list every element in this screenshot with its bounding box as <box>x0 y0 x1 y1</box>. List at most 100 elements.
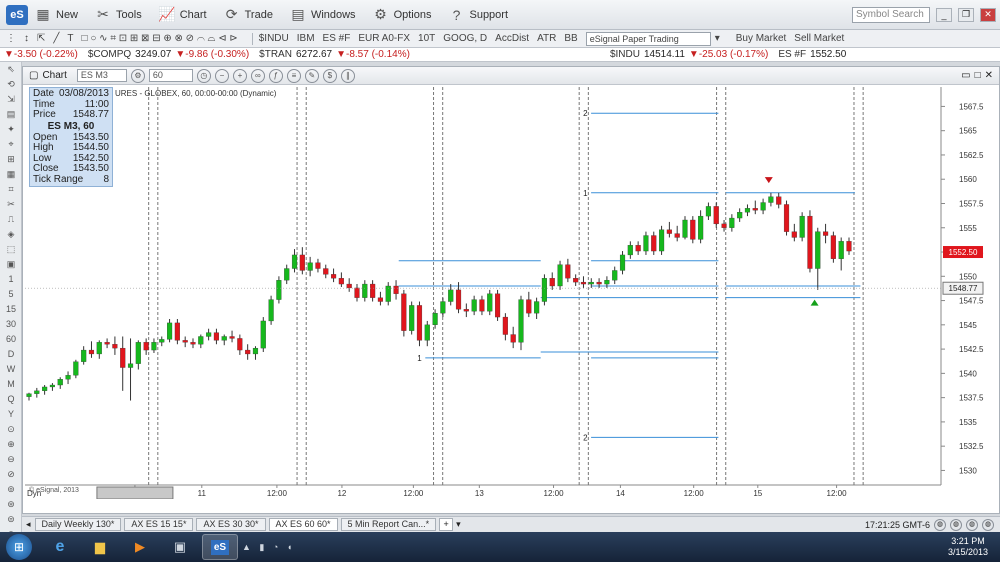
candle-body[interactable] <box>549 278 555 287</box>
tab-menu-icon[interactable]: ▾ <box>456 519 461 530</box>
lines-icon[interactable]: ≡ <box>286 68 301 83</box>
quick-symbol-2[interactable]: ES #F <box>323 33 351 44</box>
interval-button-15[interactable]: 15 <box>0 302 22 317</box>
candle-body[interactable] <box>120 347 126 368</box>
candle-body[interactable] <box>260 320 266 349</box>
left-tool-icon-10[interactable]: ⎍ <box>0 212 22 227</box>
candle-body[interactable] <box>580 281 587 285</box>
candle-body[interactable] <box>432 313 438 325</box>
candle-body[interactable] <box>237 338 243 351</box>
candle-body[interactable] <box>299 254 305 271</box>
candle-body[interactable] <box>174 322 180 341</box>
candle-body[interactable] <box>370 283 376 298</box>
candle-body[interactable] <box>440 301 446 314</box>
left-tool-icon-9[interactable]: ✂ <box>0 197 22 212</box>
symbol-search-input[interactable]: Symbol Search <box>852 6 930 23</box>
toolbar-text-icon[interactable]: T <box>67 33 73 44</box>
interval-button-W[interactable]: W <box>0 362 22 377</box>
left-tool-lower-icon-2[interactable]: ⊖ <box>0 452 22 467</box>
quick-symbol-5[interactable]: GOOG, D <box>443 33 487 44</box>
candle-body[interactable] <box>588 281 594 285</box>
left-tool-icon-12[interactable]: ⬚ <box>0 242 22 257</box>
interval-button-D[interactable]: D <box>0 347 22 362</box>
minimize-icon[interactable]: _ <box>936 7 952 22</box>
ticker-item[interactable]: $INDU 14514.11 ▼-25.03 (-0.17%) <box>610 49 768 60</box>
restore-icon[interactable]: ❐ <box>958 7 974 22</box>
buy-market-button[interactable]: Buy Market <box>736 33 787 44</box>
candle-body[interactable] <box>541 278 547 302</box>
candle-body[interactable] <box>143 342 149 351</box>
interval-button-1[interactable]: 1 <box>0 272 22 287</box>
menu-options[interactable]: ⚙ Options <box>372 6 431 24</box>
time-template-icon[interactable]: ◷ <box>196 68 211 83</box>
left-tool-icon-4[interactable]: ✦ <box>0 122 22 137</box>
left-tool-lower-icon-6[interactable]: ⊜ <box>0 512 22 527</box>
menu-tools[interactable]: ✂ Tools <box>94 6 142 24</box>
candle-body[interactable] <box>651 235 657 252</box>
interval-button-Y[interactable]: Y <box>0 407 22 422</box>
candle-body[interactable] <box>159 339 165 343</box>
candle-body[interactable] <box>760 202 766 211</box>
candle-body[interactable] <box>151 342 157 351</box>
left-tool-icon-1[interactable]: ⟲ <box>0 77 22 92</box>
left-tool-lower-icon-1[interactable]: ⊕ <box>0 437 22 452</box>
account-dropdown-icon[interactable]: ▾ <box>715 33 720 44</box>
link-icon[interactable]: ∞ <box>250 68 265 83</box>
menu-chart[interactable]: 📈 Chart <box>158 6 207 24</box>
candle-body[interactable] <box>534 301 540 314</box>
left-tool-icon-8[interactable]: ⌗ <box>0 182 22 197</box>
left-tool-icon-6[interactable]: ⊞ <box>0 152 22 167</box>
chart-minimize-icon[interactable]: ▭ <box>961 70 970 81</box>
candle-body[interactable] <box>26 393 32 397</box>
close-icon[interactable]: ✕ <box>980 7 996 22</box>
candle-body[interactable] <box>612 270 618 281</box>
folder-icon[interactable]: ▆ <box>82 534 118 560</box>
left-tool-icon-2[interactable]: ⇲ <box>0 92 22 107</box>
dollar-icon[interactable]: $ <box>322 68 337 83</box>
left-tool-lower-icon-4[interactable]: ⊚ <box>0 482 22 497</box>
candle-body[interactable] <box>846 241 852 252</box>
candle-body[interactable] <box>729 217 735 228</box>
candle-body[interactable] <box>690 219 696 240</box>
candle-body[interactable] <box>471 299 477 312</box>
candle-body[interactable] <box>213 332 219 341</box>
quick-symbol-7[interactable]: ATR <box>537 33 556 44</box>
candle-body[interactable] <box>291 254 298 269</box>
candle-body[interactable] <box>713 206 719 225</box>
toolbar-arrow-icon[interactable]: ↕ <box>24 33 29 44</box>
candle-body[interactable] <box>526 299 532 314</box>
left-tool-icon-7[interactable]: ▦ <box>0 167 22 182</box>
candle-body[interactable] <box>65 375 71 380</box>
candle-body[interactable] <box>627 245 633 256</box>
candle-body[interactable] <box>377 297 383 302</box>
menu-new[interactable]: ▦ New <box>34 6 78 24</box>
toolbar-line-icon[interactable]: ╱ <box>53 33 59 44</box>
candle-body[interactable] <box>838 241 844 259</box>
candle-body[interactable] <box>783 204 790 232</box>
left-tool-lower-icon-5[interactable]: ⊛ <box>0 497 22 512</box>
candle-body[interactable] <box>807 215 813 269</box>
candle-body[interactable] <box>268 299 274 322</box>
page-tab[interactable]: AX ES 15 15* <box>124 518 194 531</box>
candle-body[interactable] <box>682 219 688 238</box>
toolbar-cursor-icon[interactable]: ⇱ <box>37 33 45 44</box>
candle-body[interactable] <box>666 229 672 234</box>
candle-body[interactable] <box>752 208 758 211</box>
candle-body[interactable] <box>315 262 321 269</box>
interval-button-M[interactable]: M <box>0 377 22 392</box>
symbol-lookup-icon[interactable]: ⚙ <box>130 68 145 83</box>
candle-body[interactable] <box>604 280 610 285</box>
media-player-icon[interactable]: ▶ <box>122 534 158 560</box>
candle-body[interactable] <box>127 363 134 368</box>
candle-body[interactable] <box>96 342 102 355</box>
candle-body[interactable] <box>776 196 782 205</box>
candle-body[interactable] <box>198 336 204 345</box>
candle-body[interactable] <box>81 349 87 362</box>
candle-body[interactable] <box>104 342 110 345</box>
tabs-scroll-left-icon[interactable]: ◂ <box>26 519 31 530</box>
candle-body[interactable] <box>635 245 641 252</box>
ticker-item[interactable]: ES #F 1552.50 <box>778 49 850 60</box>
candle-body[interactable] <box>73 361 79 376</box>
page-tab[interactable]: 5 Min Report Can...* <box>340 518 437 531</box>
candle-body[interactable] <box>182 340 188 343</box>
